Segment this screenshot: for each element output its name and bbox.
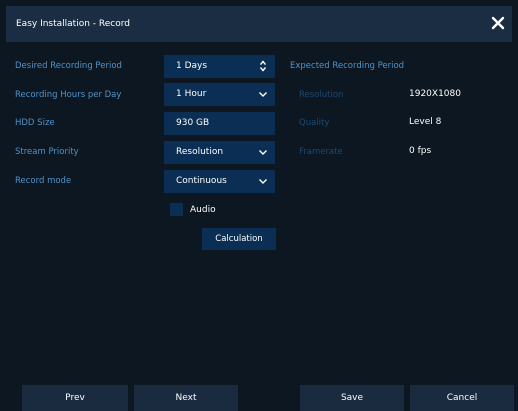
chevron-down-icon: [259, 92, 267, 97]
stream-priority-label: Stream Priority: [15, 147, 79, 157]
record-mode-value: Continuous: [176, 176, 227, 186]
audio-label: Audio: [190, 205, 216, 215]
close-icon[interactable]: [490, 15, 506, 31]
quality-value: Level 8: [409, 117, 442, 127]
recording-period-value: 1 Days: [176, 61, 208, 71]
resolution-value: 1920X1080: [409, 89, 461, 99]
recording-period-spinner[interactable]: 1 Days: [164, 55, 275, 78]
recording-period-label: Desired Recording Period: [15, 61, 122, 71]
next-button[interactable]: Next: [134, 385, 238, 411]
prev-button[interactable]: Prev: [22, 385, 128, 411]
stream-priority-value: Resolution: [176, 147, 224, 157]
hdd-size-value: 930 GB: [176, 118, 210, 128]
stream-priority-dropdown[interactable]: Resolution: [164, 141, 275, 164]
easy-installation-record-window: Easy Installation - Record Desired Recor…: [0, 0, 518, 411]
framerate-label: Framerate: [299, 147, 343, 157]
window-title: Easy Installation - Record: [16, 19, 130, 29]
hdd-size-field: 930 GB: [164, 112, 275, 135]
save-button[interactable]: Save: [300, 385, 404, 411]
chevron-down-icon: [259, 150, 267, 155]
record-mode-label: Record mode: [15, 176, 72, 186]
cancel-button[interactable]: Cancel: [410, 385, 514, 411]
recording-hours-value: 1 Hour: [176, 89, 207, 99]
framerate-value: 0 fps: [409, 146, 432, 156]
recording-hours-label: Recording Hours per Day: [15, 90, 122, 100]
title-bar: Easy Installation - Record: [6, 6, 512, 42]
resolution-label: Resolution: [299, 90, 344, 100]
spinner-arrows-icon[interactable]: [260, 60, 266, 72]
quality-label: Quality: [299, 118, 330, 128]
hdd-size-label: HDD Size: [15, 118, 55, 128]
chevron-down-icon: [259, 179, 267, 184]
expected-period-title: Expected Recording Period: [290, 61, 405, 71]
recording-hours-dropdown[interactable]: 1 Hour: [164, 83, 275, 106]
footer-bar: Prev Next Save Cancel: [0, 385, 518, 411]
audio-checkbox[interactable]: [170, 203, 183, 216]
record-mode-dropdown[interactable]: Continuous: [164, 170, 275, 193]
calculation-button[interactable]: Calculation: [202, 228, 276, 250]
